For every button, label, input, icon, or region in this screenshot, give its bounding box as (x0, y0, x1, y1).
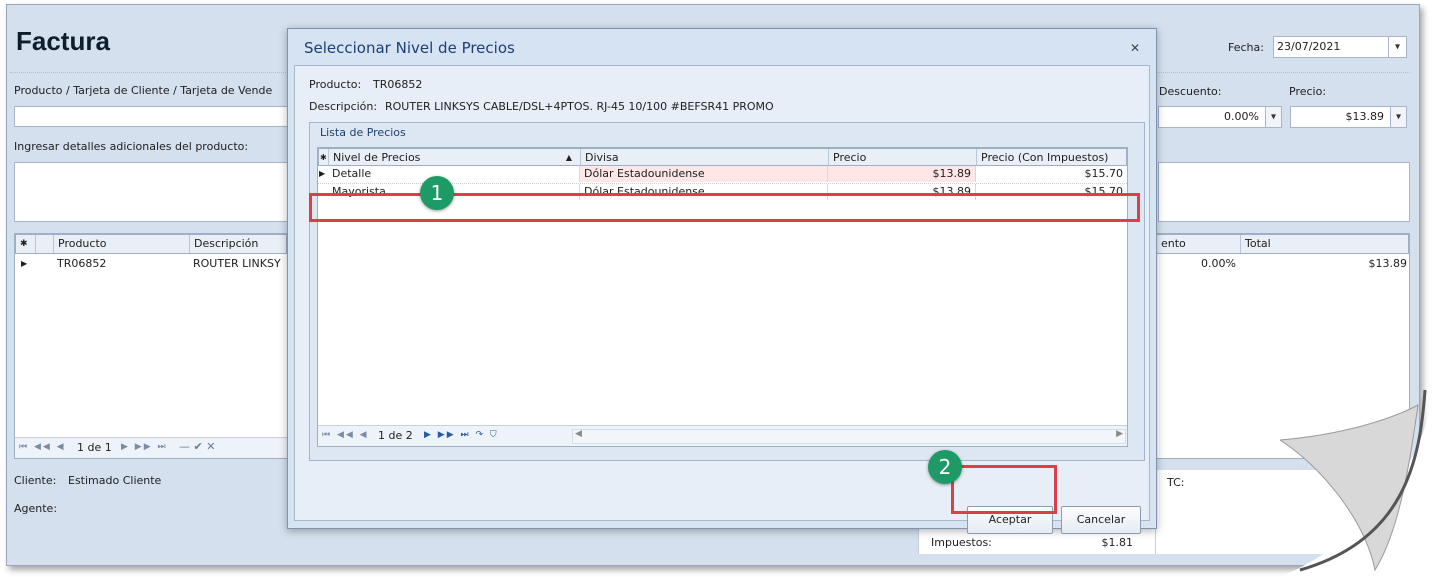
column-producto[interactable]: Producto (54, 235, 190, 253)
date-picker[interactable]: 23/07/2021 (1273, 36, 1407, 58)
items-pager: ⏮ ◀◀ ◀ 1 de 1 ▶ ▶▶ ⏭ — ✔ ✕ (15, 437, 287, 458)
page-curl-decoration (1280, 380, 1435, 577)
cell-precio-impuestos: $15.70 (976, 166, 1127, 182)
group-title: Lista de Precios (320, 126, 406, 139)
discount-label: Descuento: (1159, 85, 1222, 98)
column-nivel[interactable]: Nivel de Precios ▲ (329, 149, 581, 167)
price-label: Precio: (1289, 85, 1327, 98)
price-grid-header: ✱ Nivel de Precios ▲ Divisa Precio Preci… (318, 148, 1128, 167)
sort-ascending-icon: ▲ (565, 153, 572, 162)
grid-star-icon: ✱ (16, 235, 36, 253)
cell-nivel: Detalle (328, 166, 580, 182)
chevron-down-icon[interactable] (1265, 107, 1281, 127)
table-row[interactable]: 0.00% $13.89 (1156, 254, 1409, 274)
dialog-title: Seleccionar Nivel de Precios (304, 39, 515, 57)
pager-edit-icons[interactable]: — ✔ ✕ (179, 440, 215, 453)
page-title: Factura (16, 26, 110, 56)
price-level-dialog: Seleccionar Nivel de Precios ✕ Producto:… (287, 28, 1157, 534)
dialog-producto-label: Producto: (309, 78, 362, 91)
discount-value: 0.00% (1224, 110, 1259, 123)
row-pointer-icon: ▶ (319, 169, 326, 178)
dialog-body: Producto: TR06852 Descripción: ROUTER LI… (294, 65, 1150, 534)
details-label: Ingresar detalles adicionales del produc… (14, 140, 249, 153)
details-textarea[interactable] (14, 162, 288, 222)
callout-badge-2: 2 (928, 450, 962, 484)
items-grid-header: ✱ Producto Descripción (15, 234, 287, 254)
column-precio[interactable]: Precio (829, 149, 977, 167)
chevron-down-icon[interactable] (1388, 37, 1406, 57)
cell-producto: TR06852 (57, 257, 107, 270)
discount-field[interactable]: 0.00% (1158, 106, 1282, 128)
details-textarea-right[interactable] (1158, 162, 1410, 222)
price-list-group: Lista de Precios ✱ Nivel de Precios ▲ Di… (309, 122, 1145, 461)
dialog-producto-value: TR06852 (373, 78, 423, 91)
pager-first-prev-icons[interactable]: ⏮ ◀◀ ◀ (19, 442, 66, 452)
agente-label: Agente: (14, 502, 58, 515)
column-nivel-label: Nivel de Precios (333, 151, 421, 164)
cell-descripcion: ROUTER LINKSY (193, 257, 281, 270)
scroll-right-icon[interactable]: ▶ (1116, 429, 1123, 439)
pager-text: 1 de 2 (378, 429, 413, 442)
pager-text: 1 de 1 (77, 441, 112, 454)
grid-star-icon: ✱ (319, 149, 329, 167)
scroll-left-icon[interactable]: ◀ (575, 429, 582, 439)
row-pointer-icon: ▶ (21, 259, 28, 268)
price-value: $13.89 (1345, 110, 1385, 123)
dialog-descripcion-value: ROUTER LINKSYS CABLE/DSL+4PTOS. RJ-45 10… (385, 100, 774, 113)
close-icon[interactable]: ✕ (1130, 41, 1140, 55)
cell-precio: $13.89 (828, 166, 976, 182)
column-descripcion[interactable]: Descripción (190, 235, 290, 253)
product-field-label: Producto / Tarjeta de Cliente / Tarjeta … (14, 84, 273, 97)
pager-next-last-icons[interactable]: ▶ ▶▶ ⏭ (121, 442, 168, 452)
pager-first-prev-icons[interactable]: ⏮ ◀◀ ◀ (322, 430, 369, 440)
highlight-accept-button (951, 465, 1057, 514)
cell-divisa: Dólar Estadounidense (580, 166, 828, 182)
callout-badge-1: 1 (420, 176, 454, 210)
impuestos-value: $1.81 (1101, 536, 1134, 549)
dialog-descripcion-label: Descripción: (309, 100, 378, 113)
column-descuento[interactable]: ento (1157, 235, 1241, 253)
cell-descuento: 0.00% (1201, 257, 1236, 270)
cancel-button[interactable]: Cancelar (1061, 506, 1141, 534)
column-divisa[interactable]: Divisa (581, 149, 829, 167)
pager-next-last-icons[interactable]: ▶ ▶▶ ⏭ ↷ ⛉ (424, 430, 499, 440)
horizontal-scrollbar[interactable]: ◀ ▶ (572, 429, 1126, 444)
date-label: Fecha: (1228, 41, 1264, 54)
column-total[interactable]: Total (1241, 235, 1412, 253)
cliente-value[interactable]: Estimado Cliente (68, 474, 161, 487)
price-field[interactable]: $13.89 (1290, 106, 1407, 128)
date-value: 23/07/2021 (1277, 40, 1341, 53)
items-grid: ✱ Producto Descripción ▶ TR06852 ROUTER … (14, 233, 288, 459)
tc-label: TC: (1167, 476, 1185, 489)
chevron-down-icon[interactable] (1390, 107, 1406, 127)
cliente-label: Cliente: (14, 474, 57, 487)
price-grid-pager: ⏮ ◀◀ ◀ 1 de 2 ▶ ▶▶ ⏭ ↷ ⛉ ◀ ▶ (318, 425, 1127, 446)
table-row[interactable]: ▶ TR06852 ROUTER LINKSY (15, 254, 287, 274)
column-precio-impuestos[interactable]: Precio (Con Impuestos) (977, 149, 1128, 167)
product-input[interactable] (14, 106, 288, 127)
items-grid-header-right: ento Total (1156, 234, 1409, 254)
cell-total: $13.89 (1368, 257, 1408, 270)
impuestos-label: Impuestos: (931, 536, 992, 549)
